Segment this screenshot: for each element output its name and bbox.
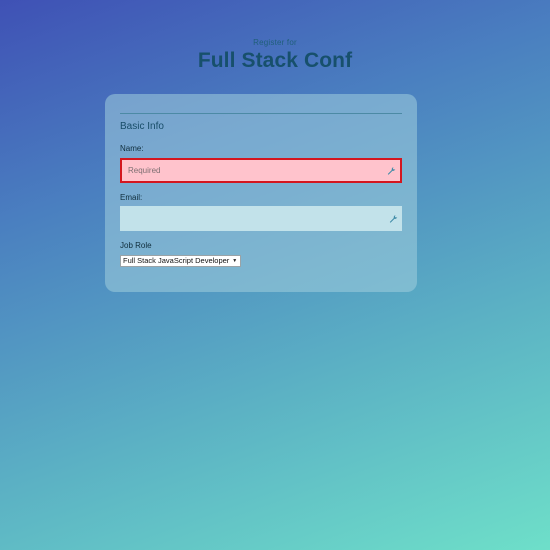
registration-form: Basic Info Name: Email: Job Role Full St… (105, 94, 417, 292)
name-field[interactable] (122, 160, 400, 181)
job-role-select[interactable]: Full Stack JavaScript Developer ▼ (120, 255, 242, 267)
email-field[interactable] (120, 206, 402, 231)
name-label: Name: (120, 144, 144, 153)
email-label: Email: (120, 193, 143, 202)
dropdown-arrow-icon: ▼ (232, 258, 238, 264)
name-field-wrapper (120, 158, 402, 183)
page-subtitle: Register for (253, 38, 297, 47)
email-field-wrapper (120, 206, 402, 231)
job-role-selected: Full Stack JavaScript Developer (123, 256, 230, 265)
section-title-basic-info: Basic Info (120, 121, 164, 132)
section-divider (120, 113, 402, 114)
job-role-label: Job Role (120, 241, 152, 250)
wrench-icon (389, 214, 398, 223)
wrench-icon (387, 166, 396, 175)
page-header: Register for Full Stack Conf (0, 38, 550, 73)
page-title: Full Stack Conf (197, 49, 353, 72)
